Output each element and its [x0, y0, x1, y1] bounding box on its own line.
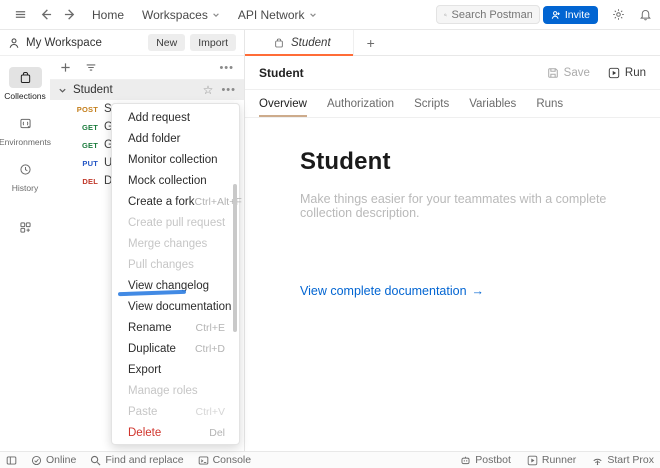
- grid-plus-icon: [9, 217, 42, 238]
- user-icon: [8, 37, 20, 49]
- method-badge: DEL: [74, 177, 98, 186]
- collections-icon: [9, 67, 42, 88]
- nav-api-network[interactable]: API Network: [238, 8, 317, 22]
- console-icon: [198, 455, 209, 466]
- tab-scripts[interactable]: Scripts: [414, 90, 449, 117]
- nav-home[interactable]: Home: [92, 8, 124, 22]
- app-menu-icon[interactable]: [14, 8, 27, 21]
- postbot-icon: [460, 455, 471, 466]
- search-icon: [444, 10, 447, 20]
- workspace-header: My Workspace New Import: [0, 30, 244, 56]
- chevron-down-icon: [58, 86, 67, 95]
- section-tabs: Overview Authorization Scripts Variables…: [245, 90, 660, 118]
- console-toggle[interactable]: Console: [198, 454, 252, 466]
- menu-item-delete[interactable]: DeleteDel: [112, 422, 239, 443]
- invite-button[interactable]: Invite: [543, 6, 598, 24]
- import-button[interactable]: Import: [190, 34, 236, 51]
- main-area: Student + Student Save Run: [245, 30, 660, 451]
- postbot-button[interactable]: Postbot: [460, 454, 511, 466]
- menu-item-create-a-fork[interactable]: Create a forkCtrl+Alt+F: [112, 191, 239, 212]
- tab-runs[interactable]: Runs: [536, 90, 563, 117]
- collection-row-student[interactable]: Student ☆ •••: [50, 80, 244, 100]
- search-input[interactable]: [452, 9, 532, 21]
- menu-item-view-changelog[interactable]: View changelog: [112, 275, 239, 296]
- menu-item-rename[interactable]: RenameCtrl+E: [112, 317, 239, 338]
- rail-item-environments[interactable]: Environments: [0, 108, 50, 152]
- menu-item-export[interactable]: Export: [112, 359, 239, 380]
- arrow-right-icon: →: [472, 284, 485, 298]
- method-badge: GET: [74, 123, 98, 132]
- menu-item-monitor-collection[interactable]: Monitor collection: [112, 149, 239, 170]
- collection-more-icon[interactable]: •••: [221, 84, 236, 96]
- tab-variables[interactable]: Variables: [469, 90, 516, 117]
- workspace-title[interactable]: My Workspace: [8, 37, 102, 49]
- menu-item-manage-roles: Manage roles: [112, 380, 239, 401]
- menu-item-mock-collection[interactable]: Mock collection: [112, 170, 239, 191]
- new-button[interactable]: New: [148, 34, 185, 51]
- view-documentation-link[interactable]: View complete documentation →: [300, 284, 484, 298]
- method-badge: POST: [74, 105, 98, 114]
- top-bar: Home Workspaces API Network Invite: [0, 0, 660, 30]
- menu-item-paste: PasteCtrl+V: [112, 401, 239, 422]
- menu-item-view-documentation[interactable]: View documentation: [112, 296, 239, 317]
- environments-icon: [9, 113, 42, 134]
- tab-authorization[interactable]: Authorization: [327, 90, 394, 117]
- postman-app: Home Workspaces API Network Invite: [0, 0, 660, 468]
- collection-context-menu: Add request Add folder Monitor collectio…: [111, 103, 240, 445]
- chevron-down-icon: [309, 11, 317, 19]
- menu-item-pull-changes: Pull changes: [112, 254, 239, 275]
- status-bar: Online Find and replace Console Postbot …: [0, 451, 660, 468]
- run-button[interactable]: Run: [608, 67, 646, 79]
- description-placeholder[interactable]: Make things easier for your teammates wi…: [300, 192, 630, 220]
- notifications-bell-icon[interactable]: [639, 8, 652, 21]
- save-floppy-icon: [547, 67, 559, 79]
- online-status[interactable]: Online: [31, 454, 76, 466]
- tab-student[interactable]: Student: [245, 30, 354, 55]
- rail-item-history[interactable]: History: [0, 154, 50, 198]
- page-title: Student: [259, 66, 304, 80]
- menu-scrollbar[interactable]: [233, 184, 237, 332]
- invite-user-icon: [551, 10, 561, 20]
- add-collection-icon[interactable]: [60, 62, 71, 73]
- forward-arrow-icon[interactable]: [64, 8, 77, 21]
- search-icon: [90, 455, 101, 466]
- menu-item-create-pull-request: Create pull request: [112, 212, 239, 233]
- collection-heading: Student: [300, 148, 630, 176]
- settings-gear-icon[interactable]: [612, 8, 625, 21]
- menu-item-add-folder[interactable]: Add folder: [112, 128, 239, 149]
- history-clock-icon: [9, 159, 42, 180]
- toggle-sidebar-icon[interactable]: [6, 455, 17, 466]
- runner-play-icon: [527, 455, 538, 466]
- menu-item-add-request[interactable]: Add request: [112, 107, 239, 128]
- chevron-down-icon: [212, 11, 220, 19]
- back-arrow-icon[interactable]: [39, 8, 52, 21]
- rail-item-add-panel[interactable]: [0, 212, 50, 243]
- menu-item-duplicate[interactable]: DuplicateCtrl+D: [112, 338, 239, 359]
- tab-overview[interactable]: Overview: [259, 90, 307, 117]
- find-and-replace[interactable]: Find and replace: [90, 454, 183, 466]
- nav-workspaces[interactable]: Workspaces: [142, 8, 220, 22]
- method-badge: PUT: [74, 159, 98, 168]
- rail-item-collections[interactable]: Collections: [0, 62, 50, 106]
- run-play-icon: [608, 67, 620, 79]
- online-check-icon: [31, 455, 42, 466]
- runner-button[interactable]: Runner: [527, 454, 576, 466]
- global-search[interactable]: [436, 5, 540, 24]
- menu-item-merge-changes: Merge changes: [112, 233, 239, 254]
- sidebar-more-icon[interactable]: •••: [219, 62, 234, 74]
- filter-icon[interactable]: [85, 62, 97, 73]
- collection-tab-icon: [273, 37, 285, 49]
- sidebar-toolbar: •••: [50, 56, 244, 80]
- new-tab-button[interactable]: +: [354, 30, 388, 55]
- collection-header: Student Save Run: [245, 56, 660, 90]
- document-tab-bar: Student +: [245, 30, 660, 56]
- activity-rail: Collections Environments History: [0, 56, 50, 451]
- method-badge: GET: [74, 141, 98, 150]
- start-proxy-button[interactable]: Start Prox: [592, 454, 654, 466]
- overview-content: Student Make things easier for your team…: [245, 118, 660, 298]
- save-button[interactable]: Save: [547, 67, 590, 79]
- proxy-signal-icon: [592, 455, 603, 466]
- star-favorite-icon[interactable]: ☆: [203, 83, 214, 97]
